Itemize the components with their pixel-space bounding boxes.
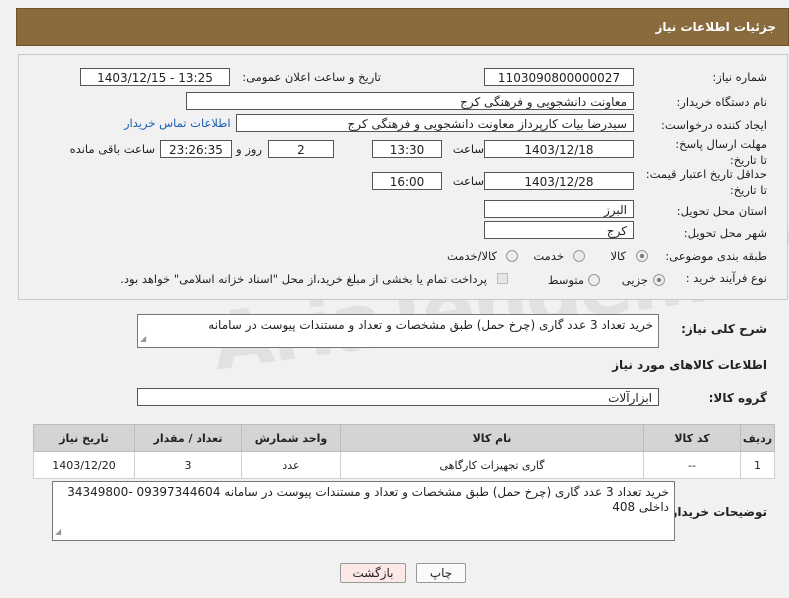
need-number-field: 1103090800000027 — [484, 68, 634, 86]
cell-unit: عدد — [241, 451, 341, 479]
remaining-time-field: 23:26:35 — [160, 140, 232, 158]
buyer-org-label: نام دستگاه خریدار: — [676, 95, 767, 109]
deadline-label: مهلت ارسال پاسخ: تا تاریخ: — [675, 137, 767, 167]
buyer-notes-label: توضیحات خریدار: — [665, 505, 767, 519]
cell-quantity: 3 — [134, 451, 242, 479]
table-row: 1 -- گاری تجهیزات کارگاهی عدد 3 1403/12/… — [33, 451, 775, 479]
requester-field: سیدرضا بیات کارپرداز معاونت دانشجویی و ف… — [236, 114, 634, 132]
province-field: البرز — [484, 200, 634, 218]
page-header: جزئیات اطلاعات نیاز — [16, 8, 789, 46]
cell-item-name: گاری تجهیزات کارگاهی — [340, 451, 644, 479]
col-unit: واحد شمارش — [241, 424, 341, 452]
process-radio-medium[interactable] — [588, 274, 600, 286]
resize-grip-icon: ◢ — [55, 527, 62, 536]
category-option-service: خدمت — [533, 249, 564, 263]
col-quantity: تعداد / مقدار — [134, 424, 242, 452]
category-radio-goods[interactable] — [636, 250, 648, 262]
deadline-time-label: ساعت — [452, 142, 484, 156]
col-item-code: کد کالا — [643, 424, 741, 452]
need-number-label: شماره نیاز: — [712, 70, 767, 84]
deadline-time-field: 13:30 — [372, 140, 442, 158]
validity-label: حداقل تاریخ اعتبار قیمت: تا تاریخ: — [645, 167, 767, 197]
process-label: نوع فرآیند خرید : — [685, 271, 767, 285]
validity-time-field: 16:00 — [372, 172, 442, 190]
category-label: طبقه بندی موضوعی: — [665, 249, 767, 263]
process-option-medium: متوسط — [547, 273, 584, 287]
back-button[interactable]: بازگشت — [340, 563, 406, 583]
buyer-notes-textarea[interactable]: خرید تعداد 3 عدد گاری (چرخ حمل) طبق مشخص… — [52, 481, 675, 541]
announce-date-field: 1403/12/15 - 13:25 — [80, 68, 230, 86]
cell-item-code: -- — [643, 451, 741, 479]
col-item-name: نام کالا — [340, 424, 644, 452]
category-radio-goods-service[interactable] — [506, 250, 518, 262]
days-field: 2 — [268, 140, 334, 158]
buyer-org-field: معاونت دانشجویی و فرهنگی کرج — [186, 92, 634, 110]
city-field: کرج — [484, 221, 634, 239]
cell-row-number: 1 — [740, 451, 775, 479]
validity-time-label: ساعت — [452, 174, 484, 188]
buyer-notes-text: خرید تعداد 3 عدد گاری (چرخ حمل) طبق مشخص… — [67, 485, 669, 514]
days-label: روز و — [236, 142, 262, 156]
goods-section-title: اطلاعات کالاهای مورد نیاز — [612, 358, 767, 372]
category-option-goods-service: کالا/خدمت — [446, 249, 497, 263]
col-need-date: تاریخ نیاز — [33, 424, 135, 452]
category-radio-service[interactable] — [573, 250, 585, 262]
requester-label: ایجاد کننده درخواست: — [661, 118, 767, 132]
goods-table: ردیف کد کالا نام کالا واحد شمارش تعداد /… — [33, 424, 775, 479]
treasury-payment-note: پرداخت تمام یا بخشی از مبلغ خرید،از محل … — [120, 272, 487, 286]
validity-date-field: 1403/12/28 — [484, 172, 634, 190]
goods-group-field: ابزارآلات — [137, 388, 659, 406]
announce-date-label: تاریخ و ساعت اعلان عمومی: — [242, 70, 381, 84]
treasury-payment-checkbox[interactable] — [497, 273, 508, 284]
deadline-date-field: 1403/12/18 — [484, 140, 634, 158]
process-option-minor: جزیی — [621, 273, 648, 287]
col-row-number: ردیف — [740, 424, 775, 452]
city-label: شهر محل تحویل: — [683, 226, 767, 240]
goods-group-label: گروه کالا: — [708, 391, 767, 405]
cell-need-date: 1403/12/20 — [33, 451, 135, 479]
remaining-time-label: ساعت باقی مانده — [69, 142, 155, 156]
summary-textarea[interactable]: خرید تعداد 3 عدد گاری (چرخ حمل) طبق مشخص… — [137, 314, 659, 348]
buyer-contact-link[interactable]: اطلاعات تماس خریدار — [124, 116, 231, 130]
summary-label: شرح کلی نیاز: — [681, 322, 767, 336]
province-label: استان محل تحویل: — [676, 204, 767, 218]
summary-text: خرید تعداد 3 عدد گاری (چرخ حمل) طبق مشخص… — [208, 318, 653, 332]
table-header-row: ردیف کد کالا نام کالا واحد شمارش تعداد /… — [33, 424, 775, 452]
print-button[interactable]: چاپ — [416, 563, 466, 583]
category-option-goods: کالا — [610, 249, 626, 263]
process-radio-minor[interactable] — [653, 274, 665, 286]
resize-grip-icon: ◢ — [140, 334, 147, 343]
page-title: جزئیات اطلاعات نیاز — [655, 20, 776, 34]
